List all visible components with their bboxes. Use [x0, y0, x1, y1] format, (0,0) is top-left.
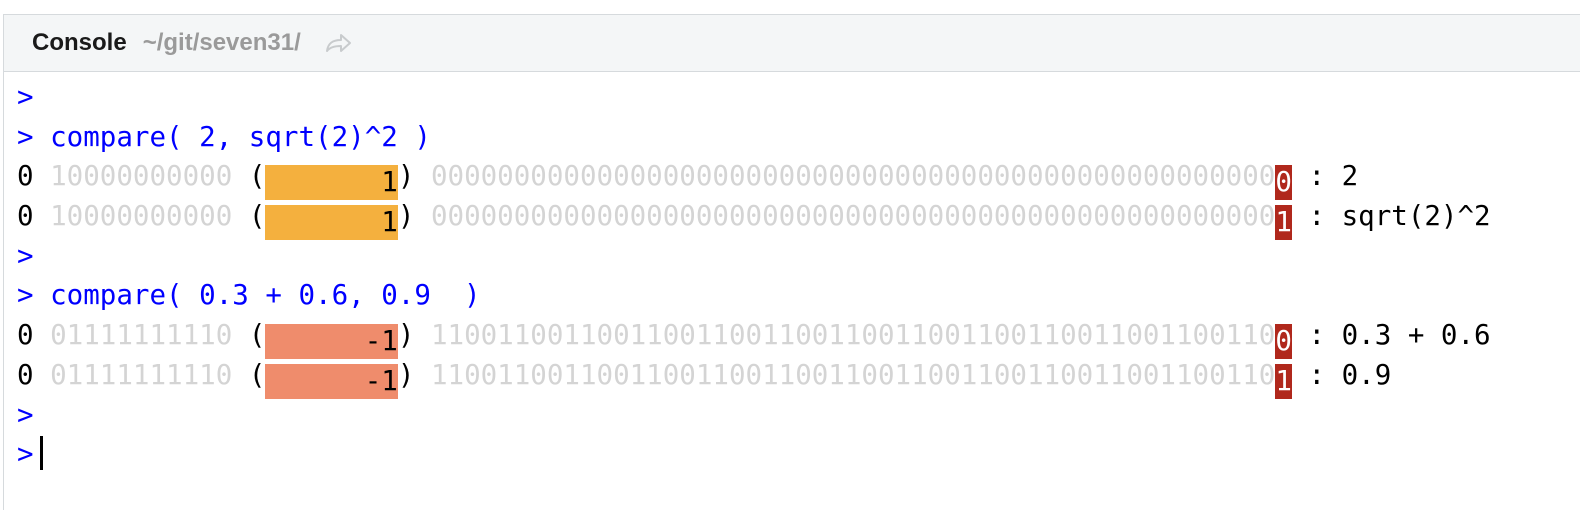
exponent-bits: 01111111110 [50, 319, 233, 352]
differing-bit-badge: 0 [1275, 165, 1292, 201]
console-command-line: > compare( 2, sqrt(2)^2 ) [17, 118, 1580, 158]
console-input-line[interactable]: > [17, 435, 1580, 475]
output-row: 0 01111111110 ( -1) 11001100110011001100… [17, 316, 1580, 360]
exponent-value-badge: 1 [265, 205, 398, 241]
close-paren: ) [397, 200, 415, 233]
close-paren: ) [397, 160, 415, 193]
console-pane: Console ~/git/seven31/ > > compare( 2, s… [3, 14, 1580, 510]
separator: : [1308, 319, 1326, 352]
prompt-symbol: > [17, 81, 34, 113]
sign-bit: 0 [17, 160, 34, 193]
console-tab-title[interactable]: Console [32, 29, 127, 57]
text-cursor [39, 436, 43, 471]
console-line: > [17, 78, 1580, 118]
sign-bit: 0 [17, 358, 34, 391]
exponent-bits: 01111111110 [50, 358, 233, 391]
differing-bit-badge: 1 [1275, 363, 1292, 399]
separator: : [1308, 200, 1326, 233]
console-output[interactable]: > > compare( 2, sqrt(2)^2 ) 0 1000000000… [4, 72, 1580, 510]
value-label: 0.3 + 0.6 [1341, 319, 1491, 352]
value-label: sqrt(2)^2 [1341, 200, 1491, 233]
go-to-directory-arrow-icon[interactable] [323, 31, 353, 55]
open-paren: ( [248, 358, 266, 391]
console-command-line: > compare( 0.3 + 0.6, 0.9 ) [17, 276, 1580, 316]
console-line: > [17, 237, 1580, 277]
open-paren: ( [248, 160, 266, 193]
output-row: 0 01111111110 ( -1) 11001100110011001100… [17, 356, 1580, 399]
prompt-symbol: > [17, 398, 34, 431]
exponent-value-badge: 1 [265, 165, 398, 201]
close-paren: ) [397, 358, 415, 391]
output-row: 0 10000000000 ( 1) 000000000000000000000… [17, 197, 1580, 241]
open-paren: ( [248, 200, 266, 233]
exponent-value-badge: -1 [265, 324, 398, 360]
output-row: 0 10000000000 ( 1) 000000000000000000000… [17, 157, 1580, 201]
sign-bit: 0 [17, 319, 34, 352]
prompt-symbol: > [17, 279, 34, 312]
mantissa-bits: 1100110011001100110011001100110011001100… [430, 319, 1276, 352]
sign-bit: 0 [17, 200, 34, 233]
value-label: 0.9 [1341, 358, 1392, 391]
separator: : [1308, 358, 1326, 391]
separator: : [1308, 160, 1326, 193]
exponent-bits: 10000000000 [50, 160, 233, 193]
prompt-symbol: > [17, 438, 34, 471]
prompt-symbol: > [17, 120, 34, 153]
working-directory-path: ~/git/seven31/ [142, 29, 301, 56]
differing-bit-badge: 0 [1275, 324, 1292, 360]
exponent-value-badge: -1 [265, 363, 398, 399]
exponent-bits: 10000000000 [50, 200, 233, 233]
command-text: compare( 2, sqrt(2)^2 ) [50, 120, 431, 153]
mantissa-bits: 0000000000000000000000000000000000000000… [430, 160, 1276, 193]
value-label: 2 [1341, 160, 1359, 193]
console-line: > [17, 396, 1580, 436]
open-paren: ( [248, 319, 266, 352]
differing-bit-badge: 1 [1275, 205, 1292, 241]
command-text: compare( 0.3 + 0.6, 0.9 ) [50, 279, 481, 312]
mantissa-bits: 0000000000000000000000000000000000000000… [430, 200, 1276, 233]
mantissa-bits: 1100110011001100110011001100110011001100… [430, 358, 1276, 391]
console-header: Console ~/git/seven31/ [4, 15, 1580, 72]
close-paren: ) [397, 319, 415, 352]
prompt-symbol: > [17, 239, 34, 272]
